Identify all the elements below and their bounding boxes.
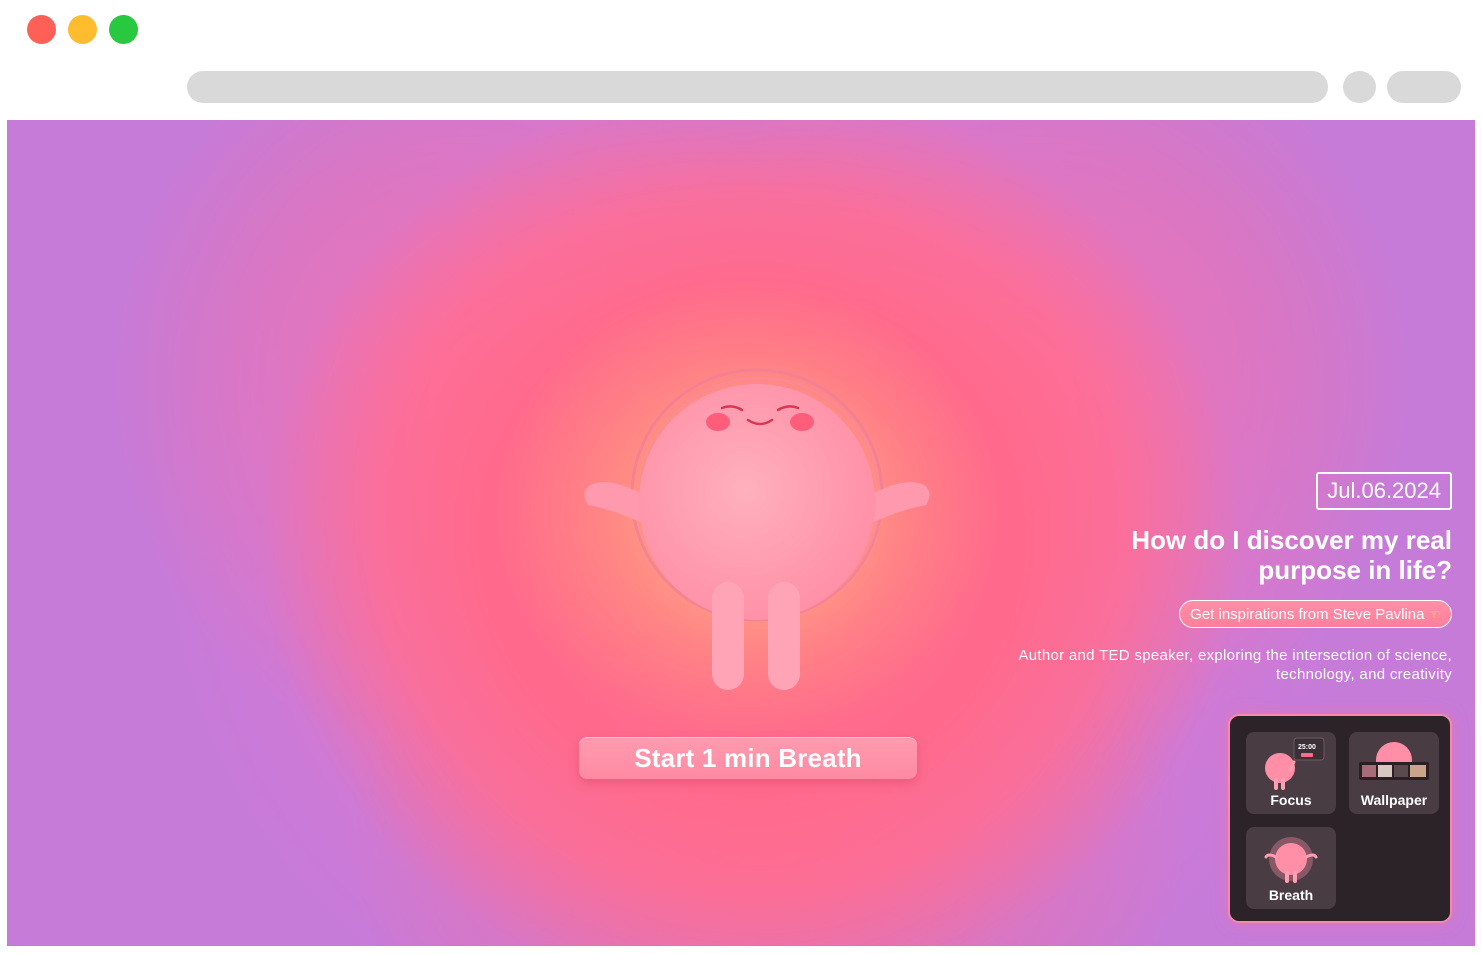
zoom-window-button[interactable] <box>109 15 138 44</box>
app-label-focus: Focus <box>1270 792 1312 808</box>
inspiration-button[interactable]: Get inspirations from Steve Pavlina ☜ <box>1179 600 1452 628</box>
apps-widget: 25:00 Focus Wallpaper Breath <box>1230 716 1450 921</box>
minimize-window-button[interactable] <box>68 15 97 44</box>
pointing-hand-icon: ☜ <box>1428 605 1441 622</box>
app-tile-wallpaper[interactable]: Wallpaper <box>1349 732 1439 814</box>
inspiration-button-label: Get inspirations from Steve Pavlina <box>1190 605 1425 623</box>
start-breath-button[interactable]: Start 1 min Breath <box>579 737 917 779</box>
author-description: Author and TED speaker, exploring the in… <box>1018 647 1452 683</box>
window-controls <box>27 15 138 44</box>
browser-round-button[interactable] <box>1343 71 1376 103</box>
daily-question: How do I discover my real purpose in lif… <box>1131 525 1452 585</box>
address-bar[interactable] <box>187 71 1328 103</box>
wallpaper-mascot-icon <box>1359 742 1429 780</box>
app-tile-focus[interactable]: 25:00 Focus <box>1246 732 1336 814</box>
app-label-breath: Breath <box>1268 887 1314 903</box>
browser-pill-button[interactable] <box>1387 71 1461 103</box>
close-window-button[interactable] <box>27 15 56 44</box>
breathing-mascot-illustration <box>584 360 930 690</box>
app-label-wallpaper: Wallpaper <box>1360 792 1428 808</box>
app-tile-breath[interactable]: Breath <box>1246 827 1336 909</box>
quote-date: Jul.06.2024 <box>1316 472 1452 510</box>
focus-mascot-icon <box>1265 737 1325 790</box>
focus-timer-text: 25:00 <box>1298 744 1316 751</box>
breath-mascot-icon <box>1264 837 1318 883</box>
app-viewport: Start 1 min Breath Jul.06.2024 How do I … <box>7 120 1475 946</box>
